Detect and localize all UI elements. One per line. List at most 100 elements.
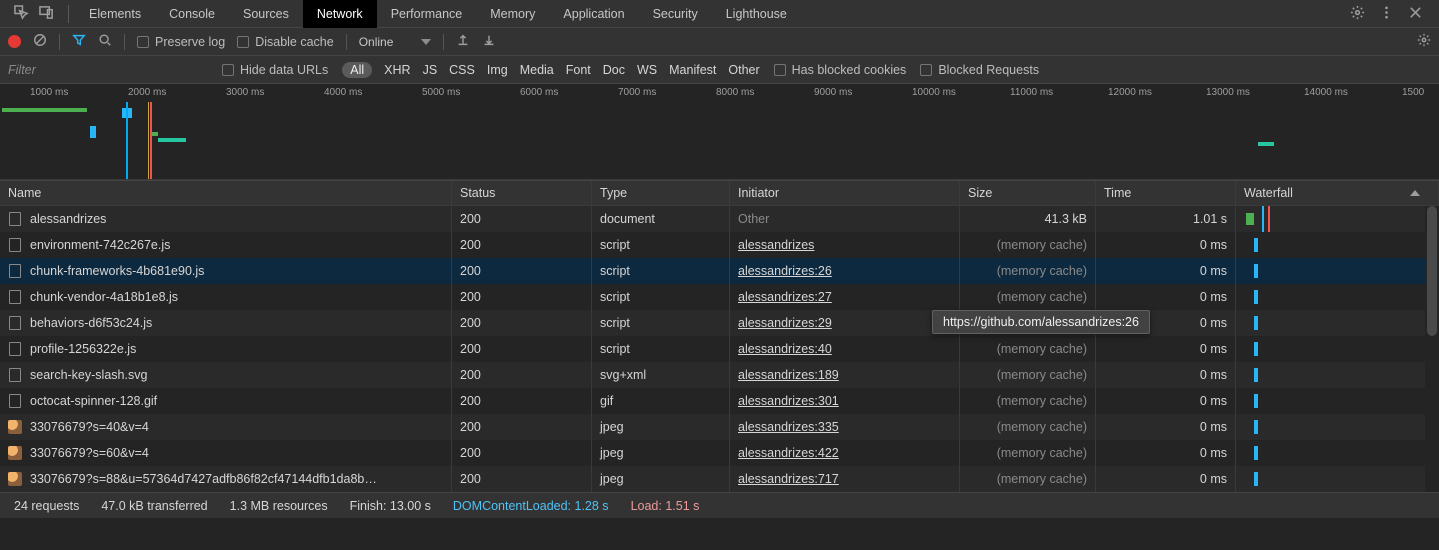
table-row[interactable]: 33076679?s=88&u=57364d7427adfb86f82cf471… <box>0 466 1439 492</box>
filter-all[interactable]: All <box>342 62 372 78</box>
initiator-link[interactable]: alessandrizes <box>738 238 814 252</box>
download-icon[interactable] <box>482 33 496 50</box>
vertical-scrollbar[interactable] <box>1425 206 1439 492</box>
initiator-link[interactable]: alessandrizes:422 <box>738 446 839 460</box>
hide-data-urls-checkbox[interactable]: Hide data URLs <box>222 63 328 77</box>
resource-type-filters: All XHR JS CSS Img Media Font Doc WS Manifest Oth… <box>342 62 759 78</box>
tab-memory[interactable]: Memory <box>476 0 549 28</box>
cell-status: 200 <box>452 232 592 258</box>
blocked-cookies-checkbox[interactable]: Has blocked cookies <box>774 63 907 77</box>
filter-doc[interactable]: Doc <box>603 63 625 77</box>
filter-js[interactable]: JS <box>423 63 438 77</box>
filter-ws[interactable]: WS <box>637 63 657 77</box>
tab-elements[interactable]: Elements <box>75 0 155 28</box>
col-header-size[interactable]: Size <box>960 181 1096 205</box>
filter-css[interactable]: CSS <box>449 63 475 77</box>
throttling-value: Online <box>359 35 394 49</box>
device-toolbar-icon[interactable] <box>39 5 54 23</box>
tab-performance[interactable]: Performance <box>377 0 477 28</box>
request-name: profile-1256322e.js <box>30 342 136 356</box>
initiator-link[interactable]: alessandrizes:301 <box>738 394 839 408</box>
panel-settings-icon[interactable] <box>1417 33 1431 50</box>
filter-manifest[interactable]: Manifest <box>669 63 716 77</box>
initiator-link[interactable]: alessandrizes:27 <box>738 290 832 304</box>
col-header-time[interactable]: Time <box>1096 181 1236 205</box>
filter-icon[interactable] <box>72 33 86 50</box>
preserve-log-checkbox[interactable]: Preserve log <box>137 35 225 49</box>
cell-waterfall <box>1236 206 1439 232</box>
col-header-name[interactable]: Name <box>0 181 452 205</box>
cell-size: 41.3 kB <box>960 206 1096 232</box>
cell-size: (memory cache) <box>960 232 1096 258</box>
table-row[interactable]: behaviors-d6f53c24.js200scriptalessandri… <box>0 310 1439 336</box>
kebab-menu-icon[interactable] <box>1379 5 1394 23</box>
table-row[interactable]: octocat-spinner-128.gif200gifalessandriz… <box>0 388 1439 414</box>
clear-icon[interactable] <box>33 33 47 50</box>
col-header-waterfall[interactable]: Waterfall <box>1236 181 1439 205</box>
search-icon[interactable] <box>98 33 112 50</box>
filter-media[interactable]: Media <box>520 63 554 77</box>
main-tabs: ElementsConsoleSourcesNetworkPerformance… <box>75 0 801 28</box>
initiator-link[interactable]: alessandrizes:189 <box>738 368 839 382</box>
timeline-tick: 6000 ms <box>520 87 558 98</box>
upload-icon[interactable] <box>456 33 470 50</box>
filter-font[interactable]: Font <box>566 63 591 77</box>
timeline-tick: 7000 ms <box>618 87 656 98</box>
settings-icon[interactable] <box>1350 5 1365 23</box>
cell-status: 200 <box>452 284 592 310</box>
table-row[interactable]: 33076679?s=40&v=4200jpegalessandrizes:33… <box>0 414 1439 440</box>
cell-status: 200 <box>452 336 592 362</box>
initiator-link[interactable]: alessandrizes:717 <box>738 472 839 486</box>
initiator-link[interactable]: alessandrizes:29 <box>738 316 832 330</box>
table-row[interactable]: chunk-frameworks-4b681e90.js200scriptale… <box>0 258 1439 284</box>
table-row[interactable]: environment-742c267e.js200scriptalessand… <box>0 232 1439 258</box>
initiator-link[interactable]: alessandrizes:40 <box>738 342 832 356</box>
timeline-tick: 10000 ms <box>912 87 956 98</box>
separator <box>124 34 125 50</box>
table-row[interactable]: chunk-vendor-4a18b1e8.js200scriptalessan… <box>0 284 1439 310</box>
timeline-tick: 1000 ms <box>30 87 68 98</box>
tab-console[interactable]: Console <box>155 0 229 28</box>
table-row[interactable]: 33076679?s=60&v=4200jpegalessandrizes:42… <box>0 440 1439 466</box>
tab-sources[interactable]: Sources <box>229 0 303 28</box>
throttling-select[interactable]: Online <box>359 35 432 49</box>
filter-xhr[interactable]: XHR <box>384 63 410 77</box>
filter-input[interactable]: Filter <box>8 63 208 77</box>
requests-table-body: alessandrizes200documentOther41.3 kB1.01… <box>0 206 1439 492</box>
record-button[interactable] <box>8 35 21 48</box>
inspect-element-icon[interactable] <box>14 5 29 23</box>
tab-application[interactable]: Application <box>549 0 638 28</box>
cell-size: (memory cache) <box>960 414 1096 440</box>
filter-other[interactable]: Other <box>728 63 759 77</box>
table-row[interactable]: profile-1256322e.js200scriptalessandrize… <box>0 336 1439 362</box>
col-header-initiator[interactable]: Initiator <box>730 181 960 205</box>
table-row[interactable]: search-key-slash.svg200svg+xmlalessandri… <box>0 362 1439 388</box>
close-icon[interactable] <box>1408 5 1423 23</box>
initiator-link[interactable]: alessandrizes:335 <box>738 420 839 434</box>
file-icon <box>8 289 22 305</box>
timeline-tick: 12000 ms <box>1108 87 1152 98</box>
cell-time: 0 ms <box>1096 336 1236 362</box>
col-header-type[interactable]: Type <box>592 181 730 205</box>
timeline-tick: 3000 ms <box>226 87 264 98</box>
timeline-tick: 1500 <box>1402 87 1424 98</box>
cell-size: (memory cache) <box>960 258 1096 284</box>
disable-cache-label: Disable cache <box>255 35 334 49</box>
cell-size: (memory cache) <box>960 440 1096 466</box>
separator <box>68 5 69 23</box>
network-overview-timeline[interactable]: 1000 ms2000 ms3000 ms4000 ms5000 ms6000 … <box>0 84 1439 180</box>
tab-lighthouse[interactable]: Lighthouse <box>712 0 801 28</box>
disable-cache-checkbox[interactable]: Disable cache <box>237 35 334 49</box>
filter-img[interactable]: Img <box>487 63 508 77</box>
col-header-status[interactable]: Status <box>452 181 592 205</box>
cell-waterfall <box>1236 258 1439 284</box>
blocked-requests-checkbox[interactable]: Blocked Requests <box>920 63 1039 77</box>
tab-network[interactable]: Network <box>303 0 377 28</box>
cell-status: 200 <box>452 258 592 284</box>
cell-type: svg+xml <box>592 362 730 388</box>
timeline-tick: 13000 ms <box>1206 87 1250 98</box>
table-row[interactable]: alessandrizes200documentOther41.3 kB1.01… <box>0 206 1439 232</box>
initiator-link[interactable]: alessandrizes:26 <box>738 264 832 278</box>
timeline-tick: 9000 ms <box>814 87 852 98</box>
tab-security[interactable]: Security <box>639 0 712 28</box>
